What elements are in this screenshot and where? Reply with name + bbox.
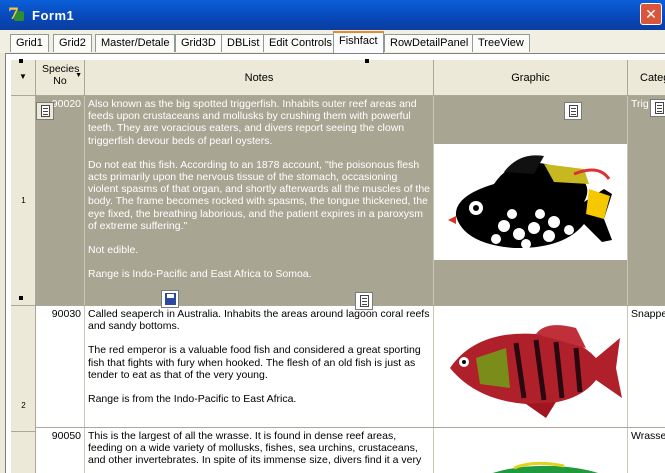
- red-emperor-image: [436, 308, 626, 426]
- cell-category[interactable]: Snapper: [628, 306, 665, 427]
- sort-arrow-icon: ▼: [19, 72, 27, 81]
- cell-graphic[interactable]: [434, 428, 628, 473]
- tab-master-detale[interactable]: Master/Detale: [95, 34, 176, 52]
- row-indicator-column: 1 2: [11, 96, 36, 473]
- notes-paragraph: Called seaperch in Australia. Inhabits t…: [88, 308, 430, 333]
- title-bar: 7 Form1 ✕: [0, 0, 665, 30]
- fish-grid[interactable]: ▼ Species No ▼ Notes Graphic Categ 1 2 9…: [5, 53, 665, 473]
- app-icon[interactable]: 7: [8, 5, 26, 24]
- notes-paragraph: The red emperor is a valuable food fish …: [88, 344, 421, 381]
- selection-handle[interactable]: [365, 59, 369, 63]
- notes-paragraph: Range is from the Indo-Pacific to East A…: [88, 393, 297, 406]
- table-row[interactable]: 90030 Called seaperch in Australia. Inha…: [36, 306, 665, 428]
- save-disk-icon[interactable]: [161, 290, 179, 308]
- row-number: 2: [21, 401, 26, 410]
- row-number: 1: [21, 196, 26, 205]
- notes-paragraph: Do not eat this fish. According to an 18…: [88, 158, 431, 232]
- notes-paragraph: Range is Indo-Pacific and East Africa to…: [88, 268, 312, 281]
- cell-species-no[interactable]: 90050: [36, 428, 85, 473]
- selection-handle[interactable]: [19, 59, 23, 63]
- cell-category[interactable]: Wrasse: [628, 428, 665, 473]
- table-row[interactable]: 90020 Also known as the big spotted trig…: [36, 96, 665, 306]
- table-row[interactable]: 90050 This is the largest of all the wra…: [36, 428, 665, 473]
- tab-grid1[interactable]: Grid1: [10, 34, 49, 52]
- tab-edit-controls[interactable]: Edit Controls: [263, 34, 338, 52]
- cell-species-no[interactable]: 90030: [36, 306, 85, 427]
- column-header-category[interactable]: Categ: [628, 60, 665, 96]
- cell-notes[interactable]: This is the largest of all the wrasse. I…: [85, 428, 434, 473]
- wrasse-image: [454, 458, 624, 473]
- notes-paragraph: Not edible.: [88, 244, 139, 257]
- cell-category[interactable]: Trig: [628, 96, 665, 305]
- dropdown-arrow-icon: ▼: [75, 72, 82, 79]
- window-title: Form1: [32, 7, 75, 23]
- tab-grid2[interactable]: Grid2: [53, 34, 92, 52]
- cell-notes[interactable]: Also known as the big spotted triggerfis…: [85, 96, 434, 305]
- column-header-notes[interactable]: Notes: [85, 60, 434, 96]
- column-header-graphic[interactable]: Graphic: [434, 60, 628, 96]
- tab-fishfact[interactable]: Fishfact: [333, 31, 384, 53]
- cell-graphic[interactable]: [434, 96, 628, 305]
- close-button[interactable]: ✕: [640, 3, 662, 25]
- tab-treeview[interactable]: TreeView: [472, 34, 530, 52]
- tab-dblist[interactable]: DBList: [221, 34, 266, 52]
- notes-paragraph: Also known as the big spotted triggerfis…: [88, 98, 417, 147]
- column-header-species-no-label: Species No: [42, 63, 80, 87]
- cell-notes[interactable]: Called seaperch in Australia. Inhabits t…: [85, 306, 434, 427]
- cell-species-no[interactable]: 90020: [36, 96, 85, 305]
- edit-memo-icon[interactable]: [564, 102, 582, 120]
- selection-handle[interactable]: [19, 296, 23, 300]
- edit-memo-icon[interactable]: [355, 292, 373, 310]
- edit-memo-icon[interactable]: [650, 99, 665, 117]
- indicator-header[interactable]: ▼: [11, 60, 36, 96]
- column-header-species-no[interactable]: Species No ▼: [36, 60, 85, 96]
- tab-grid3d[interactable]: Grid3D: [175, 34, 222, 52]
- cell-graphic[interactable]: [434, 306, 628, 427]
- tab-rowdetailpanel[interactable]: RowDetailPanel: [384, 34, 475, 52]
- triggerfish-image: [434, 144, 627, 260]
- multi-page-icon[interactable]: [36, 102, 54, 120]
- notes-paragraph: This is the largest of all the wrasse. I…: [88, 430, 422, 467]
- tab-strip: Grid1 Grid2 Master/Detale Grid3D DBList …: [0, 30, 665, 53]
